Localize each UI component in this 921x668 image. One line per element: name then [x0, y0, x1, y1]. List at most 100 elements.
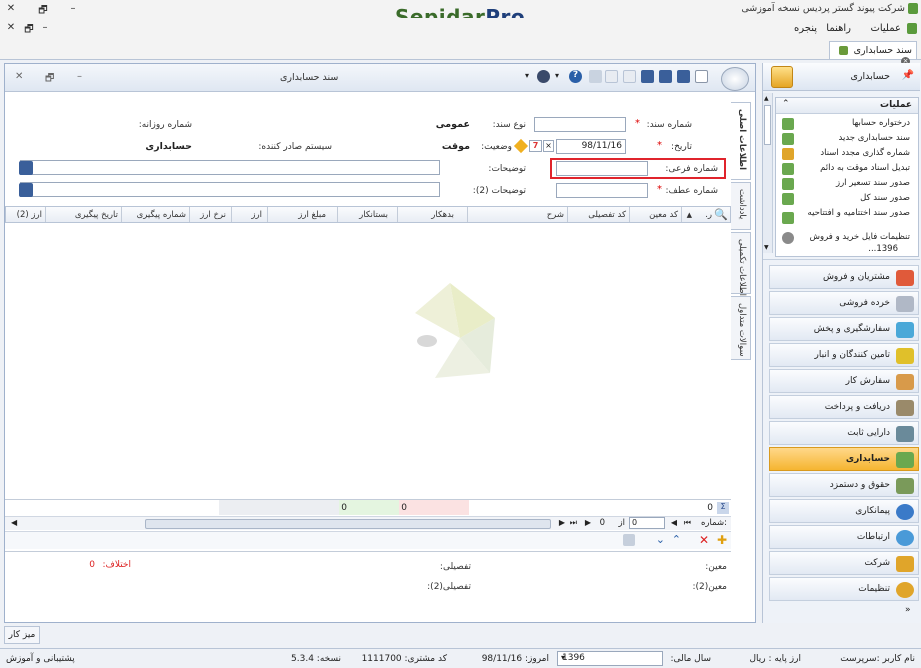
settings-icon[interactable] — [589, 70, 602, 83]
op-accounts-tree[interactable]: درختواره حسابها — [852, 118, 910, 128]
description2-save-icon[interactable] — [19, 183, 33, 197]
compass-icon[interactable] — [537, 70, 550, 83]
col-debit[interactable]: بدهکار — [431, 210, 454, 220]
module-ordering[interactable]: سفارشگیری و پخش — [769, 317, 919, 341]
side-tab-extra-info[interactable]: اطلاعات تکمیلی — [731, 232, 751, 296]
tools-icon[interactable] — [623, 534, 635, 546]
app-minimize-icon[interactable]: – — [66, 3, 80, 15]
module-orb-icon[interactable] — [721, 67, 749, 91]
module-fixed-assets[interactable]: دارایی ثابت — [769, 421, 919, 445]
mdi-minimize-icon[interactable]: – — [38, 22, 52, 34]
save-close-icon[interactable] — [677, 70, 690, 83]
col-tracking-date[interactable]: تاریخ پیگیری — [75, 210, 118, 220]
add-row-icon[interactable]: ✚ — [717, 533, 727, 547]
description-save-icon[interactable] — [19, 161, 33, 175]
app-restore-icon[interactable]: 🗗 — [36, 3, 50, 16]
nav-prev-icon[interactable]: ◀ — [671, 518, 677, 527]
scroll-right-icon[interactable]: ▶ — [559, 518, 565, 527]
side-tab-faq[interactable]: سوالات متداول — [731, 296, 751, 360]
col-sort-icon[interactable]: ▲ — [687, 211, 692, 219]
module-receipts[interactable]: دریافت و پرداخت — [769, 395, 919, 419]
collapse-icon[interactable]: ⌃ — [782, 99, 790, 109]
date-input[interactable]: 98/11/16 — [556, 139, 626, 154]
nav-first-icon[interactable]: ⏮ — [684, 518, 691, 528]
nav-current-input[interactable]: 0 — [629, 517, 665, 529]
nav-next-icon[interactable]: ▶ — [585, 518, 591, 527]
col-tafsili-code[interactable]: کد تفصیلی — [588, 210, 626, 220]
help-icon[interactable]: ? — [569, 70, 582, 83]
inner-minimize-icon[interactable]: – — [77, 71, 82, 82]
grid-body[interactable] — [5, 223, 731, 499]
op-new-voucher[interactable]: سند حسابداری جدید — [839, 133, 910, 143]
col-credit[interactable]: بستانکار — [359, 210, 388, 220]
app-close-icon[interactable]: ✕ — [4, 3, 18, 15]
module-accounting[interactable]: حسابداری — [769, 447, 919, 471]
col-currency-amount[interactable]: مبلغ ارز — [298, 210, 326, 220]
side-tab-notes[interactable]: یادداشت — [731, 182, 751, 230]
pin-icon[interactable]: 📌 — [902, 70, 914, 81]
sidebar-splitter[interactable] — [763, 259, 920, 263]
op-fx-voucher[interactable]: صدور سند تسعیر ارز — [836, 178, 910, 188]
grid-search-icon[interactable]: 🔍 — [714, 208, 728, 221]
op-purchase-file[interactable]: تنظیمات فایل خرید و فروش — [810, 232, 910, 242]
delete-row-icon[interactable]: ✕ — [699, 533, 709, 547]
col-moein-code[interactable]: کد معین — [649, 210, 678, 220]
description-input[interactable] — [20, 160, 440, 175]
mdi-close-icon[interactable]: ✕ — [4, 22, 18, 34]
scroll-thumb[interactable] — [145, 519, 551, 529]
mdi-restore-icon[interactable]: 🗗 — [22, 22, 36, 35]
dropdown-arrow-icon-2[interactable]: ▾ — [555, 71, 564, 80]
ops-scroll-thumb[interactable] — [764, 105, 771, 145]
module-work-order[interactable]: سفارش کار — [769, 369, 919, 393]
ops-scroll-down-icon[interactable]: ▼ — [764, 244, 769, 251]
sidebar-more-icon[interactable]: » — [905, 605, 911, 615]
description2-input[interactable] — [20, 182, 440, 197]
module-retail[interactable]: خرده فروشی — [769, 291, 919, 315]
status-support[interactable]: پشتیبانی و آموزش — [6, 654, 75, 664]
copy-icon[interactable] — [623, 70, 636, 83]
module-settings[interactable]: تنظیمات — [769, 577, 919, 601]
chevron-down-icon[interactable]: ▾ — [561, 653, 565, 662]
menu-help[interactable]: راهنما — [826, 23, 851, 34]
scroll-left-icon[interactable]: ◀ — [11, 518, 17, 527]
inner-restore-icon[interactable]: 🗗 — [45, 71, 54, 88]
dropdown-arrow-icon[interactable]: ▾ — [525, 71, 534, 80]
col-tracking-number[interactable]: شماره پیگیری — [137, 210, 186, 220]
ref-number-input[interactable] — [556, 183, 648, 198]
desk-button[interactable]: میز کار — [4, 626, 40, 644]
sub-number-input[interactable] — [556, 161, 648, 176]
col-currency[interactable]: ارز — [251, 210, 262, 220]
module-communications[interactable]: ارتباطات — [769, 525, 919, 549]
module-company[interactable]: شرکت — [769, 551, 919, 575]
side-tab-main-info[interactable]: اطلاعات اصلی — [731, 102, 751, 180]
new-doc-icon[interactable] — [605, 70, 618, 83]
op-total-voucher[interactable]: صدور سند کل — [860, 193, 910, 203]
clear-date-icon[interactable]: × — [543, 140, 554, 152]
move-up-icon[interactable]: ⌃ — [672, 533, 681, 546]
tab-accounting-voucher[interactable]: سند حسابداری × — [829, 41, 917, 66]
inner-close-icon[interactable]: ✕ — [15, 71, 23, 82]
col-row[interactable]: ر. — [705, 210, 712, 220]
col-description[interactable]: شرح — [547, 210, 564, 220]
move-down-icon[interactable]: ⌄ — [656, 533, 665, 546]
op-convert-temp[interactable]: تبدیل اسناد موقت به دائم — [820, 163, 910, 173]
op-closing-voucher[interactable]: صدور سند اختتامیه و افتتاحیه — [790, 208, 910, 218]
ops-scrollbar[interactable]: ▲ ▼ — [763, 93, 773, 253]
menu-window[interactable]: پنجره — [794, 23, 817, 34]
ops-scroll-up-icon[interactable]: ▲ — [764, 95, 769, 102]
module-suppliers[interactable]: تامین کنندگان و انبار — [769, 343, 919, 367]
menu-operations[interactable]: عملیات — [870, 23, 901, 34]
save-as-icon[interactable] — [659, 70, 672, 83]
col-currency2[interactable]: ارز (2) — [17, 210, 42, 220]
save-icon[interactable] — [641, 70, 654, 83]
doc-number-input[interactable] — [534, 117, 626, 132]
nav-last-icon[interactable]: ⏭ — [570, 518, 577, 528]
col-exchange-rate[interactable]: نرخ ارز — [200, 210, 226, 220]
fiscal-year-select[interactable]: 1396 ▾ — [557, 651, 663, 666]
module-sales[interactable]: مشتریان و فروش — [769, 265, 919, 289]
module-contracting[interactable]: پیمانکاری — [769, 499, 919, 523]
op-renumber[interactable]: شماره گذاری مجدد اسناد — [820, 148, 910, 158]
module-payroll[interactable]: حقوق و دستمزد — [769, 473, 919, 497]
blank-doc-icon[interactable] — [695, 70, 708, 83]
calendar-icon[interactable]: 7 — [529, 140, 542, 152]
